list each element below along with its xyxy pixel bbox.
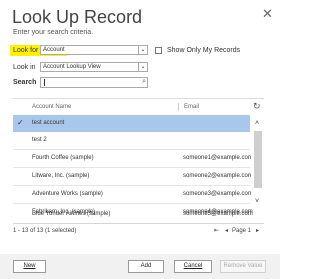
account-name-cell[interactable]: test account (32, 120, 64, 126)
look-in-value: Account Lookup View (43, 64, 101, 70)
page-indicator: Page 1 (232, 228, 252, 234)
account-name-cell[interactable]: Fourth Coffee (sample) (32, 155, 94, 161)
email-cell: someone1@example.com (183, 155, 253, 161)
chevron-down-icon[interactable]: ⌄ (138, 63, 147, 71)
previous-page-icon[interactable]: ◂ (225, 227, 228, 234)
search-input[interactable]: ⌕ (40, 77, 148, 88)
record-count-status: 1 - 13 of 13 (1 selected) (13, 228, 77, 234)
grid-top-divider (13, 98, 264, 99)
email-cell: someone2@example.com (183, 173, 253, 179)
only-my-records-checkbox[interactable] (155, 47, 162, 54)
email-cell: someone3@example.com (183, 191, 253, 197)
account-name-cell[interactable]: test 2 (32, 137, 47, 143)
only-my-records-label: Show Only My Records (167, 47, 241, 54)
email-cell: someone5@example.com (183, 211, 253, 217)
account-name-cell[interactable]: Blue Yonder Airlines (sample) (32, 211, 110, 217)
column-header-account-name[interactable]: Account Name (32, 104, 71, 110)
look-for-value: Account (43, 47, 65, 53)
table-row[interactable]: Blue Yonder Airlines (sample) someone5@e… (13, 211, 253, 223)
scroll-down-icon[interactable]: ˅ (255, 198, 259, 205)
search-icon[interactable]: ⌕ (142, 78, 146, 86)
close-icon[interactable]: ✕ (262, 6, 273, 22)
cancel-button[interactable]: Cancel (174, 260, 212, 273)
chevron-down-icon[interactable]: ⌄ (138, 46, 147, 54)
look-in-label: Look in (13, 64, 36, 71)
column-separator (178, 103, 179, 111)
first-page-icon[interactable]: ⇤ (214, 227, 219, 234)
remove-value-button[interactable]: Remove Value (220, 260, 266, 273)
selected-check-icon: ✓ (17, 118, 24, 127)
dialog-title: Look Up Record (12, 7, 143, 27)
next-page-icon[interactable]: ▸ (256, 227, 259, 234)
scrollbar-thumb[interactable] (254, 131, 262, 188)
scroll-up-icon[interactable]: ˄ (255, 120, 259, 127)
account-name-cell[interactable]: Adventure Works (sample) (32, 191, 103, 197)
table-row[interactable]: Adventure Works (sample) someone3@exampl… (13, 186, 253, 203)
dialog-subtitle: Enter your search criteria. (13, 29, 94, 36)
refresh-icon[interactable]: ↻ (253, 101, 261, 112)
grid-footer-divider (13, 223, 264, 224)
add-button[interactable]: Add (128, 260, 164, 273)
account-name-cell[interactable]: Litware, Inc. (sample) (32, 173, 89, 179)
table-row[interactable]: Fourth Coffee (sample) someone1@example.… (13, 150, 253, 167)
column-header-email[interactable]: Email (184, 104, 199, 110)
search-label: Search (13, 79, 37, 86)
look-for-label: Look for (13, 47, 39, 54)
look-for-select[interactable]: Account ⌄ (40, 45, 148, 55)
look-in-select[interactable]: Account Lookup View ⌄ (40, 62, 148, 72)
table-row[interactable]: test 2 (13, 132, 250, 149)
new-button[interactable]: New (13, 260, 46, 273)
table-row[interactable]: ✓ test account (13, 115, 250, 132)
text-caret (44, 79, 45, 86)
table-row[interactable]: Litware, Inc. (sample) someone2@example.… (13, 168, 253, 185)
